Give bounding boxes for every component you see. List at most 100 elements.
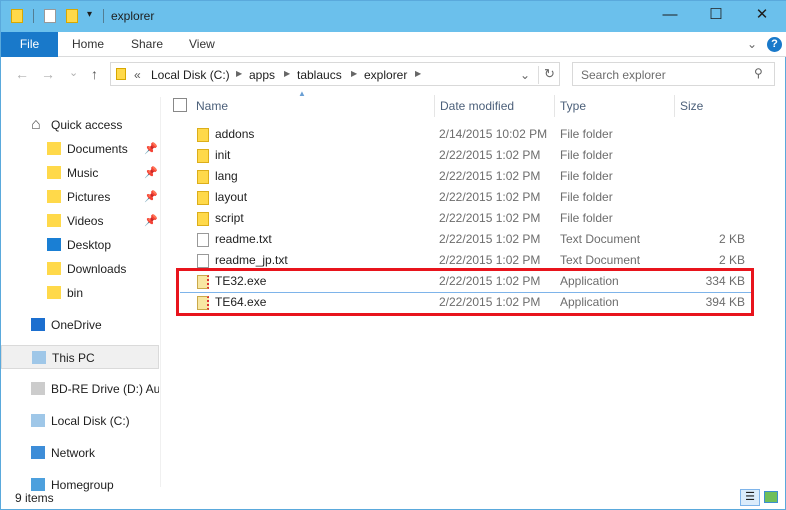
chevron-right-icon[interactable]: ▶ xyxy=(236,69,242,78)
music-icon xyxy=(47,166,61,179)
sidebar-item-label: Music xyxy=(67,166,99,180)
videos-icon xyxy=(47,214,61,227)
breadcrumb-apps[interactable]: apps xyxy=(249,68,275,82)
file-name: addons xyxy=(215,127,255,141)
file-date: 2/22/2015 1:02 PM xyxy=(439,232,541,246)
address-row: ← → ⌄ ↑ « Local Disk (C:) ▶ apps ▶ tabla… xyxy=(1,57,786,91)
chevron-right-icon[interactable]: ▶ xyxy=(284,69,290,78)
sidebar-item-label: Pictures xyxy=(67,190,111,204)
pin-icon[interactable]: 📌 xyxy=(144,209,158,233)
file-type: File folder xyxy=(560,127,613,141)
pin-icon[interactable]: 📌 xyxy=(144,161,158,185)
help-icon[interactable]: ? xyxy=(767,37,782,52)
sidebar-item-local-disk-c[interactable]: Local Disk (C:) xyxy=(1,409,159,433)
column-header-date[interactable]: Date modified xyxy=(434,95,554,117)
file-type: Text Document xyxy=(560,232,641,246)
file-row[interactable]: addons 2/14/2015 10:02 PM File folder xyxy=(177,124,753,145)
navigation-pane: ⌂ Quick access Documents 📌 Music 📌 Pictures 📌 Vi… xyxy=(1,97,161,492)
sidebar-item-documents[interactable]: Documents 📌 xyxy=(1,137,159,161)
tab-share[interactable]: Share xyxy=(131,32,163,57)
search-input[interactable]: Search explorer xyxy=(572,62,775,86)
refresh-button[interactable]: ↻ xyxy=(538,66,555,84)
chevron-right-icon[interactable]: ▶ xyxy=(351,69,357,78)
ribbon-tabs: File Home Share View ⌄ ? xyxy=(1,32,786,57)
address-bar[interactable]: « Local Disk (C:) ▶ apps ▶ tablaucs ▶ ex… xyxy=(110,62,560,86)
address-dropdown-icon[interactable]: ⌄ xyxy=(520,68,530,82)
file-name: layout xyxy=(215,190,248,204)
sidebar-item-this-pc[interactable]: This PC xyxy=(1,345,159,369)
sidebar-item-desktop[interactable]: Desktop xyxy=(1,233,159,257)
sidebar-item-pictures[interactable]: Pictures 📌 xyxy=(1,185,159,209)
folder-icon xyxy=(197,128,209,142)
properties-icon[interactable] xyxy=(44,9,56,23)
recent-locations-button[interactable]: ⌄ xyxy=(69,66,78,79)
sidebar-item-network[interactable]: Network xyxy=(1,441,159,465)
search-icon[interactable]: ⚲ xyxy=(754,66,763,80)
column-header-name[interactable]: Name xyxy=(196,95,432,117)
tab-view[interactable]: View xyxy=(189,32,215,57)
title-bar: ▾ explorer — ☐ ✕ xyxy=(1,1,786,32)
desktop-icon xyxy=(47,238,61,251)
maximize-button[interactable]: ☐ xyxy=(693,1,739,31)
sidebar-item-label: Documents xyxy=(67,142,128,156)
sidebar-item-label: Downloads xyxy=(67,262,127,276)
divider xyxy=(33,9,34,23)
up-button[interactable]: ↑ xyxy=(91,66,98,82)
breadcrumb-overflow[interactable]: « xyxy=(134,68,141,82)
file-row[interactable]: layout 2/22/2015 1:02 PM File folder xyxy=(177,187,753,208)
select-all-checkbox[interactable] xyxy=(173,98,187,112)
sidebar-item-music[interactable]: Music 📌 xyxy=(1,161,159,185)
file-date: 2/22/2015 1:02 PM xyxy=(439,148,541,162)
sidebar-item-downloads[interactable]: Downloads xyxy=(1,257,159,281)
sidebar-item-quick-access[interactable]: ⌂ Quick access xyxy=(1,113,159,137)
breadcrumb-tablaucs[interactable]: tablaucs xyxy=(297,68,342,82)
sidebar-item-bd-re-drive-d-auc[interactable]: BD-RE Drive (D:) Auc xyxy=(1,377,159,401)
sidebar-item-onedrive[interactable]: OneDrive xyxy=(1,313,159,337)
pin-icon[interactable]: 📌 xyxy=(144,185,158,209)
forward-button[interactable]: → xyxy=(41,66,55,82)
sidebar-item-label: Homegroup xyxy=(51,478,114,492)
large-icons-view-button[interactable] xyxy=(764,491,778,503)
file-name: script xyxy=(215,211,244,225)
computer-icon xyxy=(32,351,46,364)
folder-icon xyxy=(116,68,126,80)
cloud-icon xyxy=(31,318,45,331)
column-header-type[interactable]: Type xyxy=(554,95,674,117)
file-type: File folder xyxy=(560,190,613,204)
file-type: File folder xyxy=(560,211,613,225)
file-date: 2/22/2015 1:02 PM xyxy=(439,169,541,183)
text-file-icon xyxy=(197,233,209,247)
sidebar-item-videos[interactable]: Videos 📌 xyxy=(1,209,159,233)
customize-toolbar-icon[interactable]: ▾ xyxy=(87,9,92,20)
folder-icon xyxy=(11,9,23,23)
divider xyxy=(103,9,104,23)
back-button[interactable]: ← xyxy=(15,66,29,82)
file-name: readme.txt xyxy=(215,232,272,246)
file-date: 2/22/2015 1:02 PM xyxy=(439,211,541,225)
column-header-size[interactable]: Size xyxy=(674,95,774,117)
chevron-right-icon[interactable]: ▶ xyxy=(415,69,421,78)
details-view-button[interactable]: ☰ xyxy=(740,489,760,506)
file-row[interactable]: readme.txt 2/22/2015 1:02 PM Text Docume… xyxy=(177,229,753,250)
breadcrumb-explorer[interactable]: explorer xyxy=(364,68,407,82)
folder-icon xyxy=(197,170,209,184)
window-title: explorer xyxy=(111,9,155,23)
minimize-button[interactable]: — xyxy=(647,1,693,31)
file-row[interactable]: script 2/22/2015 1:02 PM File folder xyxy=(177,208,753,229)
folder-icon xyxy=(47,286,61,299)
pin-icon[interactable]: 📌 xyxy=(144,137,158,161)
close-button[interactable]: ✕ xyxy=(739,1,785,31)
breadcrumb-local-disk[interactable]: Local Disk (C:) xyxy=(151,68,230,82)
tab-home[interactable]: Home xyxy=(72,32,104,57)
file-type: File folder xyxy=(560,169,613,183)
folder-icon xyxy=(197,212,209,226)
tab-file[interactable]: File xyxy=(1,32,58,57)
file-row[interactable]: lang 2/22/2015 1:02 PM File folder xyxy=(177,166,753,187)
sidebar-item-bin[interactable]: bin xyxy=(1,281,159,305)
sidebar-item-label: OneDrive xyxy=(51,318,102,332)
new-folder-icon[interactable] xyxy=(66,9,78,23)
file-date: 2/14/2015 10:02 PM xyxy=(439,127,548,141)
file-row[interactable]: init 2/22/2015 1:02 PM File folder xyxy=(177,145,753,166)
sidebar-item-label: Videos xyxy=(67,214,104,228)
expand-ribbon-icon[interactable]: ⌄ xyxy=(747,32,757,57)
